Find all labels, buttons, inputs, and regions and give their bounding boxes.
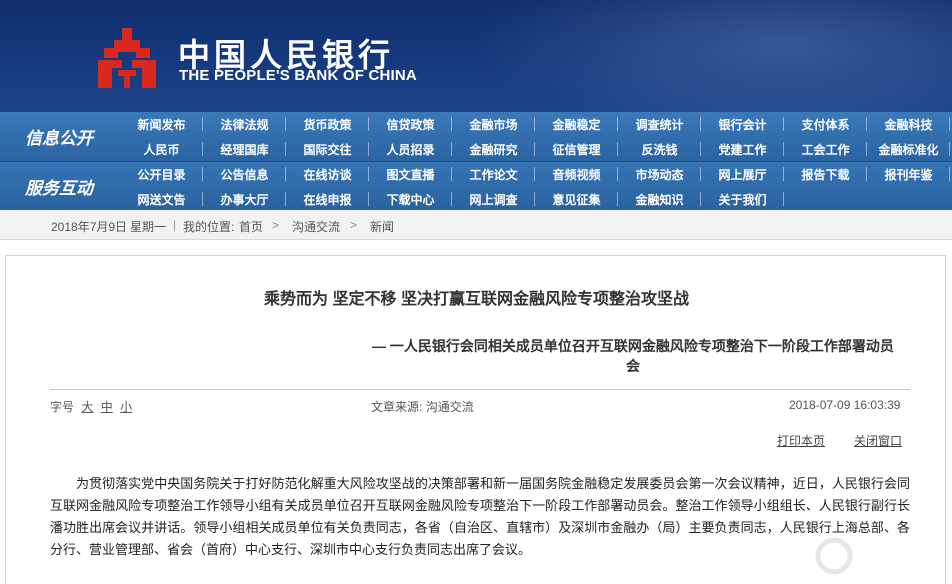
nav-item-opinion-collection[interactable]: 意见征集 xyxy=(535,187,618,211)
nav-item-international[interactable]: 国际交往 xyxy=(286,137,369,161)
breadcrumb-home-link[interactable]: 首页 xyxy=(239,218,263,235)
font-size-medium-link[interactable]: 中 xyxy=(101,400,113,414)
nav-item-statistics[interactable]: 调查统计 xyxy=(618,112,701,136)
nav-category-service-interaction[interactable]: 服务互动 xyxy=(0,162,118,211)
nav-item-laws[interactable]: 法律法规 xyxy=(203,112,286,136)
article-source: 文章来源: 沟通交流 xyxy=(371,398,474,415)
nav-item-notices[interactable]: 网送文告 xyxy=(120,187,203,211)
close-window-link[interactable]: 关闭窗口 xyxy=(854,432,902,449)
nav-item-catalog[interactable]: 公开目录 xyxy=(120,162,203,186)
watermark-logo xyxy=(814,530,942,584)
nav-item-online-survey[interactable]: 网上调查 xyxy=(452,187,535,211)
nav-item-payment-system[interactable]: 支付体系 xyxy=(784,112,867,136)
nav-item-about-us[interactable]: 关于我们 xyxy=(701,187,784,211)
bank-name-en: THE PEOPLE'S BANK OF CHINA xyxy=(179,67,417,84)
nav-item-monetary-policy[interactable]: 货币政策 xyxy=(286,112,369,136)
nav-item-fintech[interactable]: 金融科技 xyxy=(867,112,950,136)
nav-band-info: 信息公开 新闻发布 法律法规 货币政策 信贷政策 金融市场 金融稳定 调查统计 … xyxy=(0,112,952,161)
print-page-link[interactable]: 打印本页 xyxy=(777,432,825,449)
article-title: 乘势而为 坚定不移 坚决打赢互联网金融风险专项整治攻坚战 xyxy=(264,291,689,308)
current-weekday: 星期一 xyxy=(130,220,167,234)
nav-item-anti-money-laundering[interactable]: 反洗钱 xyxy=(618,137,701,161)
nav-item-market-news[interactable]: 市场动态 xyxy=(618,162,701,186)
nav-item-recruitment[interactable]: 人员招录 xyxy=(369,137,452,161)
nav-item-financial-market[interactable]: 金融市场 xyxy=(452,112,535,136)
nav-item-online-interview[interactable]: 在线访谈 xyxy=(286,162,369,186)
publish-datetime: 2018-07-09 16:03:39 xyxy=(789,398,901,412)
nav-item-news-release[interactable]: 新闻发布 xyxy=(120,112,203,136)
article-body: 为贯彻落实党中央国务院关于打好防范化解重大风险攻坚战的决策部署和新一届国务院金融… xyxy=(50,476,910,557)
nav-item-online-declaration[interactable]: 在线申报 xyxy=(286,187,369,211)
article-panel: 乘势而为 坚定不移 坚决打赢互联网金融风险专项整治攻坚战 — 一人民银行会同相关… xyxy=(5,255,946,584)
nav-item-rmb[interactable]: 人民币 xyxy=(120,137,203,161)
nav-item-treasury[interactable]: 经理国库 xyxy=(203,137,286,161)
nav-item-yearbook[interactable]: 报刊年鉴 xyxy=(867,162,950,186)
nav-item-research[interactable]: 金融研究 xyxy=(452,137,535,161)
location-label: 我的位置: xyxy=(183,220,235,234)
breadcrumb-section-link[interactable]: 新闻 xyxy=(370,218,394,235)
nav-grid-info: 新闻发布 法律法规 货币政策 信贷政策 金融市场 金融稳定 调查统计 银行会计 … xyxy=(120,112,952,161)
nav-item-bank-accounting[interactable]: 银行会计 xyxy=(701,112,784,136)
font-size-large-link[interactable]: 大 xyxy=(81,400,93,414)
nav-item-union-work[interactable]: 工会工作 xyxy=(784,137,867,161)
nav-item-download-center[interactable]: 下载中心 xyxy=(369,187,452,211)
main-navigation: 信息公开 新闻发布 法律法规 货币政策 信贷政策 金融市场 金融稳定 调查统计 … xyxy=(0,112,952,210)
font-size-label: 字号 xyxy=(50,400,75,414)
nav-item-online-exhibition[interactable]: 网上展厅 xyxy=(701,162,784,186)
nav-item-announcements[interactable]: 公告信息 xyxy=(203,162,286,186)
breadcrumb-channel-link[interactable]: 沟通交流 xyxy=(292,218,340,235)
font-size-small-link[interactable]: 小 xyxy=(120,400,132,414)
nav-item-financial-knowledge[interactable]: 金融知识 xyxy=(618,187,701,211)
nav-item-standardization[interactable]: 金融标准化 xyxy=(867,137,950,161)
font-size-switcher: 字号 大 中 小 xyxy=(50,398,132,415)
article-subtitle: — 一人民银行会同相关成员单位召开互联网金融风险专项整治下一阶段工作部署动员会 xyxy=(372,338,894,374)
pboc-emblem-icon[interactable] xyxy=(92,26,162,92)
nav-band-service: 服务互动 公开目录 公告信息 在线访谈 图文直播 工作论文 音频视频 市场动态 … xyxy=(0,161,952,210)
breadcrumb-arrow-1: > xyxy=(272,218,280,232)
meta-divider xyxy=(50,389,910,390)
nav-category-info-disclosure[interactable]: 信息公开 xyxy=(0,112,118,161)
source-label: 文章来源: xyxy=(371,400,423,414)
nav-item-audio-video[interactable]: 音频视频 xyxy=(535,162,618,186)
watermark-icon xyxy=(815,537,853,575)
nav-item-credit-reference[interactable]: 征信管理 xyxy=(535,137,618,161)
nav-item-service-hall[interactable]: 办事大厅 xyxy=(203,187,286,211)
nav-grid-service: 公开目录 公告信息 在线访谈 图文直播 工作论文 音频视频 市场动态 网上展厅 … xyxy=(120,162,952,211)
nav-item-credit-policy[interactable]: 信贷政策 xyxy=(369,112,452,136)
breadcrumb: 2018年7月9日 星期一 | 我的位置: 首页 > 沟通交流 > 新闻 xyxy=(0,210,952,240)
nav-item-party-work[interactable]: 党建工作 xyxy=(701,137,784,161)
header-glow xyxy=(472,0,952,112)
current-date: 2018年7月9日 xyxy=(51,220,128,234)
nav-item-financial-stability[interactable]: 金融稳定 xyxy=(535,112,618,136)
nav-item-live-broadcast[interactable]: 图文直播 xyxy=(369,162,452,186)
nav-item-report-download[interactable]: 报告下载 xyxy=(784,162,867,186)
breadcrumb-arrow-2: > xyxy=(350,218,358,232)
site-header: 中国人民银行 THE PEOPLE'S BANK OF CHINA xyxy=(0,0,952,112)
nav-item-working-papers[interactable]: 工作论文 xyxy=(452,162,535,186)
breadcrumb-separator: | xyxy=(173,218,177,232)
source-value: 沟通交流 xyxy=(425,400,474,414)
